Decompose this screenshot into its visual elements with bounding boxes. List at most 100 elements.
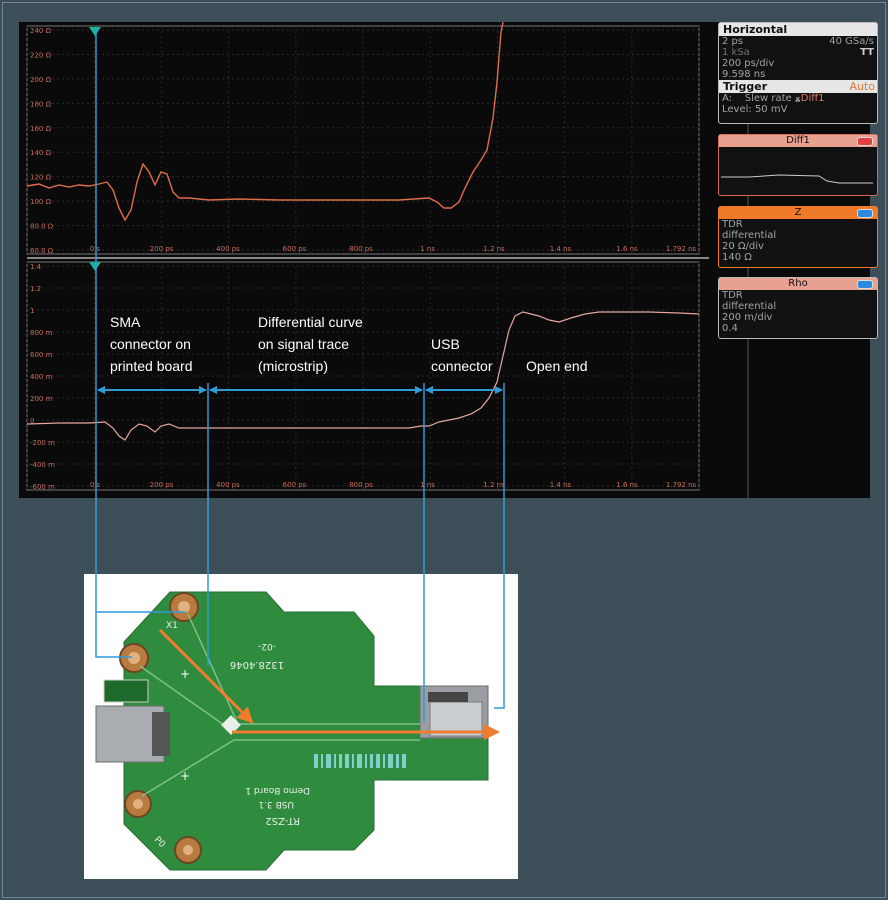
top-y-tick-label: 160 Ω	[30, 125, 52, 133]
bottom-x-tick-label: 1.792 ns	[666, 481, 697, 489]
top-y-tick-label: 140 Ω	[30, 149, 52, 157]
diff1-header: Diff1	[719, 135, 877, 147]
differential-label-line-2: on signal trace	[258, 336, 350, 352]
top-y-tick-label: 100 Ω	[30, 198, 52, 206]
silk-demo: Demo Board 1	[245, 785, 310, 795]
sma-label: SMA connector on printed board	[110, 311, 193, 377]
top-x-tick-label: 0 s	[90, 245, 101, 253]
trigger-title: Trigger Auto	[719, 80, 877, 93]
horizontal-row-2: 1 kSa TT	[719, 47, 877, 58]
horizontal-row-3: 200 ps/div	[719, 58, 877, 69]
bottom-y-tick-label: 400 m	[30, 373, 53, 381]
top-y-tick-label: 60.0 Ω	[30, 247, 54, 255]
trigger-row: A: Slew rate ⨱Diff1	[719, 93, 877, 104]
horizontal-row-1: 2 ps 40 GSa/s	[719, 36, 877, 47]
bottom-y-tick-label: -200 m	[30, 439, 55, 447]
left-pad-top	[103, 679, 149, 703]
oscilloscope-screen: 240 Ω 220 Ω 200 Ω 180 Ω 160 Ω 140 Ω 120 Ω 100 Ω…	[19, 22, 878, 498]
horizontal-row-4: 9.598 ns	[719, 69, 877, 80]
pcb-illustration: X1 1328.4046 -02- Demo Board 1 USB 3.1 R…	[95, 591, 489, 871]
bottom-y-tick-label: 1	[30, 307, 34, 315]
differential-label-line-1: Differential curve	[258, 314, 363, 330]
top-x-tick-label: 1.4 ns	[550, 245, 572, 253]
bottom-y-tick-label: 1.2	[30, 285, 41, 293]
top-x-tick-label: 200 ps	[150, 245, 174, 253]
bottom-x-tick-label: 800 ps	[349, 481, 373, 489]
top-grid	[26, 26, 700, 254]
top-y-tick-label: 120 Ω	[30, 174, 52, 182]
bottom-x-tick-label: 1.4 ns	[550, 481, 572, 489]
tt-badge: TT	[860, 47, 874, 58]
bottom-y-tick-label: 600 m	[30, 351, 53, 359]
differential-label: Differential curve on signal trace (micr…	[258, 311, 363, 377]
rho-panel[interactable]: Rho TDR differential 200 m/div 0.4	[718, 277, 878, 339]
horizontal-title: Horizontal	[719, 23, 877, 36]
top-y-tick-label: 80.0 Ω	[30, 223, 54, 231]
sma-label-line-1: SMA	[110, 314, 141, 330]
bottom-y-tick-label: 800 m	[30, 329, 53, 337]
z-panel[interactable]: Z TDR differential 20 Ω/div 140 Ω	[718, 206, 878, 268]
usb-label-line-2: connector	[431, 358, 493, 374]
impedance-trace	[26, 22, 504, 222]
minimize-icon[interactable]	[857, 209, 873, 218]
silk-rev: -02-	[258, 641, 276, 651]
trigger-channel: Diff1	[800, 93, 825, 104]
z-line-4: 140 Ω	[722, 252, 752, 263]
horizontal-panel[interactable]: Horizontal 2 ps 40 GSa/s 1 kSa TT 200 ps/d…	[718, 22, 878, 124]
trigger-type: Slew rate	[744, 93, 792, 104]
rho-line-4: 0.4	[722, 323, 738, 334]
left-connector-pins	[152, 712, 170, 756]
bottom-x-tick-label: 1.2 ns	[483, 481, 505, 489]
bottom-y-tick-label: -400 m	[30, 461, 55, 469]
top-y-tick-label: 220 Ω	[30, 51, 52, 59]
open-end-label: Open end	[526, 358, 588, 374]
bottom-x-tick-label: 400 ps	[216, 481, 240, 489]
z-line-3: 20 Ω/div	[722, 241, 764, 252]
diff1-title: Diff1	[786, 135, 810, 146]
top-y-tick-label: 200 Ω	[30, 76, 52, 84]
top-x-tick-label: 1.2 ns	[483, 245, 505, 253]
board-photo: X1 1328.4046 -02- Demo Board 1 USB 3.1 R…	[84, 574, 518, 879]
sma-connector-p0	[124, 790, 152, 818]
barcode	[314, 754, 406, 768]
silk-code: 1328.4046	[230, 659, 284, 670]
bottom-y-tick-label: 1.4	[30, 263, 42, 271]
top-plot-frame	[26, 25, 700, 255]
trigger-mode: Auto	[849, 80, 875, 93]
differential-label-line-3: (microstrip)	[258, 358, 328, 374]
diff1-thumbnail	[721, 174, 873, 184]
trigger-source: A:	[722, 93, 733, 104]
trigger-marker-bottom	[89, 262, 101, 271]
bottom-y-tick-label: -600 m	[30, 483, 55, 491]
acq-time-value: 9.598 ns	[722, 69, 766, 80]
silk-name: RT-ZS2	[265, 815, 300, 826]
diff1-panel[interactable]: Diff1	[718, 134, 878, 196]
top-x-tick-label: 800 ps	[349, 245, 373, 253]
sma-label-line-3: printed board	[110, 358, 193, 374]
silk-usb: USB 3.1	[258, 799, 294, 809]
rho-line-2: differential	[722, 301, 777, 312]
trigger-marker-top	[89, 27, 101, 36]
sample-rate-value: 40 GSa/s	[829, 36, 874, 47]
z-line-1: TDR	[722, 219, 743, 230]
rho-title: Rho	[788, 278, 808, 289]
top-x-tick-label: 1 ns	[420, 245, 435, 253]
close-icon[interactable]	[857, 137, 873, 146]
top-x-tick-label: 400 ps	[216, 245, 240, 253]
top-x-tick-label: 1.6 ns	[616, 245, 638, 253]
bottom-x-tick-label: 1 ns	[420, 481, 435, 489]
trigger-level: Level: 50 mV	[722, 104, 788, 115]
z-line-2: differential	[722, 230, 777, 241]
top-x-tick-label: 600 ps	[283, 245, 307, 253]
bottom-x-tick-label: 1.6 ns	[616, 481, 638, 489]
plus-marker: +	[180, 667, 190, 681]
sma-connector-p1	[174, 836, 202, 864]
sma-label-line-2: connector on	[110, 336, 191, 352]
record-length-value: 1 kSa	[722, 47, 750, 58]
minimize-icon[interactable]	[857, 280, 873, 289]
bottom-x-tick-label: 0 s	[90, 481, 101, 489]
z-title: Z	[794, 207, 802, 218]
z-header: Z	[719, 207, 877, 219]
resolution-value: 2 ps	[722, 36, 744, 47]
rho-line-3: 200 m/div	[722, 312, 773, 323]
